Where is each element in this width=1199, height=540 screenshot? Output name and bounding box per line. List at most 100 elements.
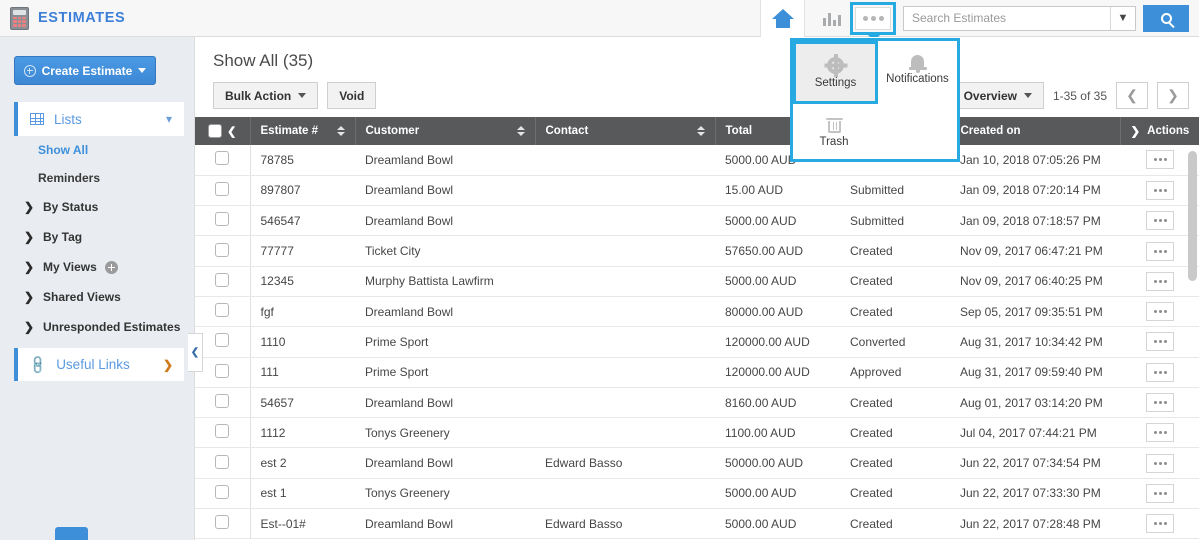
column-header-estimate-number[interactable]: Estimate # <box>250 117 356 145</box>
row-select-cell[interactable] <box>195 296 251 328</box>
row-select-cell[interactable] <box>195 235 251 267</box>
chevron-left-icon[interactable]: ❮ <box>227 125 236 138</box>
row-actions-button[interactable] <box>1146 453 1174 473</box>
void-button[interactable]: Void <box>327 82 377 109</box>
row-checkbox[interactable] <box>215 454 230 469</box>
row-select-cell[interactable] <box>195 447 251 479</box>
column-header-actions[interactable]: ❯ Actions <box>1120 117 1199 145</box>
add-view-icon[interactable] <box>104 260 118 274</box>
table-row[interactable]: 78785 Dreamland Bowl 5000.00 AUD Jan 10, 20… <box>195 145 1199 176</box>
table-row[interactable]: 111 Prime Sport 120000.00 AUD Approved Aug 3… <box>195 357 1199 388</box>
search-input[interactable] <box>904 6 1110 30</box>
table-row[interactable]: 77777 Ticket City 57650.00 AUD Created Nov 0… <box>195 235 1199 267</box>
row-actions-button[interactable] <box>1146 211 1174 231</box>
row-actions-button[interactable] <box>1146 423 1174 443</box>
row-select-cell[interactable] <box>195 508 251 540</box>
row-select-cell[interactable] <box>195 357 251 388</box>
row-select-cell[interactable] <box>195 417 251 449</box>
reports-button[interactable] <box>815 6 849 30</box>
row-checkbox[interactable] <box>215 515 230 530</box>
row-checkbox[interactable] <box>215 181 230 196</box>
chevron-down-icon[interactable]: ▾ <box>166 112 172 126</box>
create-estimate-button[interactable]: Create Estimate <box>14 56 156 85</box>
sidebar-group-by-status[interactable]: ❯ By Status <box>0 192 194 222</box>
chevron-right-icon[interactable]: ❯ <box>1131 124 1141 138</box>
row-actions-button[interactable] <box>1146 362 1174 382</box>
row-checkbox[interactable] <box>215 363 230 378</box>
sidebar-item-lists[interactable]: Lists ▾ <box>14 102 184 136</box>
row-select-cell[interactable] <box>195 326 251 358</box>
table-row[interactable]: est 1 Tonys Greenery 5000.00 AUD Created Jun… <box>195 478 1199 510</box>
sidebar-item-useful-links[interactable]: 🔗 Useful Links ❯ <box>14 348 184 381</box>
sidebar-group-shared-views[interactable]: ❯ Shared Views <box>0 282 194 312</box>
popup-item-notifications[interactable]: Notifications <box>878 41 957 98</box>
popup-item-settings[interactable]: Settings <box>793 41 878 104</box>
bulk-action-button[interactable]: Bulk Action <box>213 82 319 109</box>
row-checkbox[interactable] <box>215 333 230 348</box>
row-checkbox[interactable] <box>215 303 230 318</box>
sidebar-group-by-tag[interactable]: ❯ By Tag <box>0 222 194 252</box>
cell-actions[interactable] <box>1120 296 1199 328</box>
row-select-cell[interactable] <box>195 387 251 419</box>
row-checkbox[interactable] <box>215 484 230 499</box>
row-actions-button[interactable] <box>1146 332 1174 352</box>
select-all-header[interactable]: ❮ <box>195 117 251 145</box>
next-page-button[interactable]: ❯ <box>1157 82 1189 109</box>
row-checkbox[interactable] <box>215 151 230 166</box>
row-actions-button[interactable] <box>1146 514 1174 534</box>
sidebar-item-show-all[interactable]: Show All <box>38 136 194 164</box>
home-button[interactable] <box>760 0 805 37</box>
row-actions-button[interactable] <box>1146 483 1174 503</box>
more-menu-button[interactable] <box>855 6 891 30</box>
row-actions-button[interactable] <box>1146 241 1174 261</box>
column-header-created-on[interactable]: Created on <box>950 117 1121 145</box>
row-select-cell[interactable] <box>195 205 251 237</box>
search-submit-button[interactable] <box>1143 4 1189 32</box>
cell-actions[interactable] <box>1120 387 1199 419</box>
sidebar-group-my-views[interactable]: ❯ My Views <box>0 252 194 282</box>
cell-actions[interactable] <box>1120 508 1199 540</box>
table-row[interactable]: Est--01# Dreamland Bowl Edward Basso 5000.0… <box>195 508 1199 540</box>
row-actions-button[interactable] <box>1146 180 1174 200</box>
search-scope-dropdown[interactable]: ▼ <box>1111 7 1135 30</box>
row-select-cell[interactable] <box>195 175 251 207</box>
sort-icon[interactable] <box>516 126 525 136</box>
row-actions-button[interactable] <box>1146 271 1174 291</box>
chevron-right-icon[interactable]: ❯ <box>163 358 173 372</box>
row-actions-button[interactable] <box>1146 302 1174 322</box>
cell-actions[interactable] <box>1120 357 1199 388</box>
table-row[interactable]: 1112 Tonys Greenery 1100.00 AUD Created Jul … <box>195 417 1199 449</box>
row-checkbox[interactable] <box>215 424 230 439</box>
sidebar-bottom-tab[interactable] <box>55 527 88 540</box>
prev-page-button[interactable]: ❮ <box>1116 82 1148 109</box>
popup-item-trash[interactable]: Trash <box>793 104 875 161</box>
display-mode-dropdown[interactable]: Overview <box>951 82 1044 109</box>
row-checkbox[interactable] <box>215 272 230 287</box>
column-header-contact[interactable]: Contact <box>535 117 716 145</box>
select-all-checkbox[interactable] <box>208 124 223 138</box>
row-checkbox[interactable] <box>215 394 230 409</box>
table-row[interactable]: 546547 Dreamland Bowl 5000.00 AUD Submitted… <box>195 205 1199 237</box>
row-select-cell[interactable] <box>195 145 251 176</box>
table-row[interactable]: fgf Dreamland Bowl 80000.00 AUD Created Sep … <box>195 296 1199 328</box>
table-row[interactable]: 1110 Prime Sport 120000.00 AUD Converted Aug… <box>195 326 1199 358</box>
cell-actions[interactable] <box>1120 478 1199 510</box>
sidebar-group-unresponded-estimates[interactable]: ❯ Unresponded Estimates <box>0 312 194 342</box>
row-select-cell[interactable] <box>195 478 251 510</box>
sort-icon[interactable] <box>336 126 345 136</box>
table-row[interactable]: 12345 Murphy Battista Lawfirm 5000.00 AUD C… <box>195 266 1199 297</box>
cell-actions[interactable] <box>1120 417 1199 449</box>
sidebar-item-reminders[interactable]: Reminders <box>38 164 194 192</box>
row-actions-button[interactable] <box>1146 150 1174 170</box>
table-row[interactable]: est 2 Dreamland Bowl Edward Basso 50000.00 … <box>195 447 1199 479</box>
sort-icon[interactable] <box>696 126 705 136</box>
row-checkbox[interactable] <box>215 242 230 257</box>
row-select-cell[interactable] <box>195 266 251 297</box>
cell-actions[interactable] <box>1120 326 1199 358</box>
table-row[interactable]: 54657 Dreamland Bowl 8160.00 AUD Created Aug… <box>195 387 1199 419</box>
sidebar-collapse-button[interactable]: ❮ <box>188 333 203 372</box>
cell-actions[interactable] <box>1120 447 1199 479</box>
column-header-customer[interactable]: Customer <box>355 117 536 145</box>
row-checkbox[interactable] <box>215 212 230 227</box>
row-actions-button[interactable] <box>1146 393 1174 413</box>
